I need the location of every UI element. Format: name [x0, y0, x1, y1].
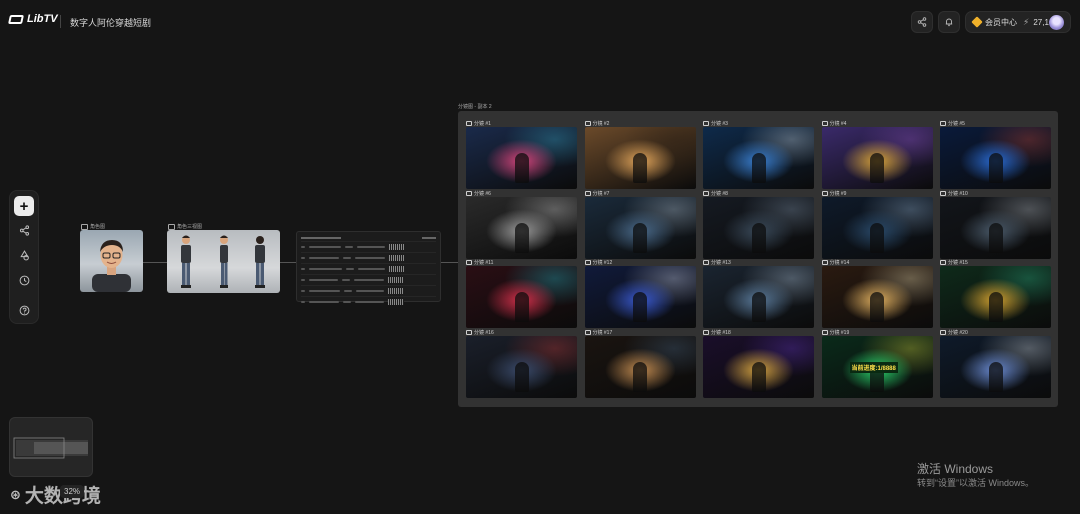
shot-figure	[633, 361, 648, 392]
storyboard-shot[interactable]	[703, 266, 814, 328]
clock-icon	[19, 275, 29, 285]
shot-figure	[751, 361, 766, 392]
table-row	[301, 263, 436, 274]
shot-figure	[514, 361, 529, 392]
table-row	[301, 274, 436, 285]
storyboard-shot[interactable]	[703, 196, 814, 259]
storyboard-title: 分镜图 - 副本 2	[458, 104, 492, 110]
table-row	[301, 285, 436, 296]
storyboard-shot[interactable]: 当前进度:1/8888	[821, 335, 933, 398]
project-title[interactable]: 数字人阿伦穿越短剧	[70, 16, 151, 29]
share-nodes-icon	[19, 224, 29, 236]
brand-logo-icon: ⊛	[10, 486, 21, 502]
shot-figure	[988, 292, 1003, 322]
storyboard-shot[interactable]	[940, 196, 1051, 259]
member-gem-icon	[971, 16, 983, 28]
bell-icon	[945, 18, 953, 27]
turnaround-label: 角色三视图	[177, 224, 203, 230]
logo-text: LibTV	[27, 13, 58, 25]
connector	[143, 262, 167, 263]
add-node-button[interactable]: +	[14, 196, 34, 216]
shot-figure	[633, 153, 648, 183]
table-row	[301, 296, 436, 307]
lightning-icon: ⚡	[1023, 16, 1030, 27]
progress-overlay-text: 当前进度:1/8888	[849, 361, 898, 373]
storyboard-grid: 分镜 #1 分镜 #2 分镜 #3 分镜 #4 分镜 #5 分镜 #6 分镜 #7 分镜 #8…	[0, 0, 1080, 514]
brand-watermark: ⊛ 大数跨境	[10, 481, 101, 508]
shot-figure	[633, 222, 648, 253]
storyboard-shot[interactable]	[466, 127, 577, 189]
storyboard-shot[interactable]	[703, 335, 814, 398]
shot-figure	[870, 153, 885, 183]
minimap-preview	[13, 437, 88, 459]
image-icon	[81, 223, 88, 230]
storyboard-shot[interactable]	[940, 266, 1051, 328]
character-portrait	[92, 240, 131, 292]
script-table-node[interactable]	[296, 231, 441, 305]
shot-figure	[514, 153, 529, 183]
table-row	[301, 252, 436, 263]
libtv-logo[interactable]: LibTV	[8, 13, 58, 25]
storyboard-shot[interactable]	[584, 266, 696, 328]
table-row	[301, 241, 436, 252]
shot-figure	[633, 292, 648, 322]
shot-figure	[751, 222, 766, 253]
notification-button[interactable]	[938, 11, 960, 33]
connector	[441, 262, 458, 263]
shot-figure	[988, 153, 1003, 183]
character-turnaround-card[interactable]	[167, 230, 280, 293]
character-image-card[interactable]	[80, 230, 143, 292]
storyboard-shot[interactable]	[466, 335, 577, 398]
shapes-icon	[19, 249, 29, 260]
shot-figure	[514, 222, 529, 253]
shot-figure	[514, 292, 529, 322]
image-icon	[168, 223, 175, 230]
storyboard-shot[interactable]	[584, 127, 696, 189]
character-turnaround-figures	[181, 235, 265, 288]
storyboard-shot[interactable]	[821, 266, 933, 328]
connector	[280, 262, 296, 263]
minimap[interactable]	[9, 417, 93, 477]
shot-figure	[751, 292, 766, 322]
shot-figure	[988, 361, 1003, 392]
user-avatar[interactable]	[1049, 15, 1064, 30]
shot-figure	[870, 222, 885, 253]
storyboard-shot[interactable]	[703, 127, 814, 189]
table-action-placeholder	[422, 237, 436, 239]
shot-figure	[988, 222, 1003, 253]
windows-activation-title: 激活 Windows	[917, 462, 994, 476]
zoom-level[interactable]: 32%	[60, 485, 85, 498]
storyboard-shot[interactable]	[821, 127, 933, 189]
storyboard-shot[interactable]	[940, 127, 1051, 189]
left-toolbar: +	[9, 190, 39, 324]
logo-mark-icon	[8, 14, 24, 24]
storyboard-shot[interactable]	[584, 335, 696, 398]
character-image-node-label: 角色图	[81, 223, 105, 230]
share-icon	[917, 17, 927, 27]
table-title-placeholder	[301, 237, 341, 239]
shot-figure	[870, 292, 885, 322]
storyboard-shot[interactable]	[821, 196, 933, 259]
plus-icon: +	[19, 197, 29, 215]
shot-figure	[751, 153, 766, 183]
storyboard-shot[interactable]	[584, 196, 696, 259]
share-button[interactable]	[911, 11, 933, 33]
member-center-button[interactable]: 会员中心 ⚡ 27,168	[965, 11, 1071, 33]
header-divider	[60, 15, 61, 28]
workflow-button[interactable]	[14, 220, 34, 240]
assets-button[interactable]	[14, 245, 34, 265]
help-button[interactable]	[14, 300, 34, 320]
character-image-label: 角色图	[90, 224, 106, 230]
member-center-label: 会员中心	[985, 17, 1017, 27]
storyboard-shot[interactable]	[466, 196, 577, 259]
history-button[interactable]	[14, 270, 34, 290]
windows-activation-hint: 转到“设置”以激活 Windows。	[917, 478, 1035, 488]
help-icon	[19, 305, 29, 315]
storyboard-shot[interactable]	[940, 335, 1051, 398]
storyboard-shot[interactable]	[466, 266, 577, 328]
turnaround-node-label: 角色三视图	[168, 223, 202, 230]
